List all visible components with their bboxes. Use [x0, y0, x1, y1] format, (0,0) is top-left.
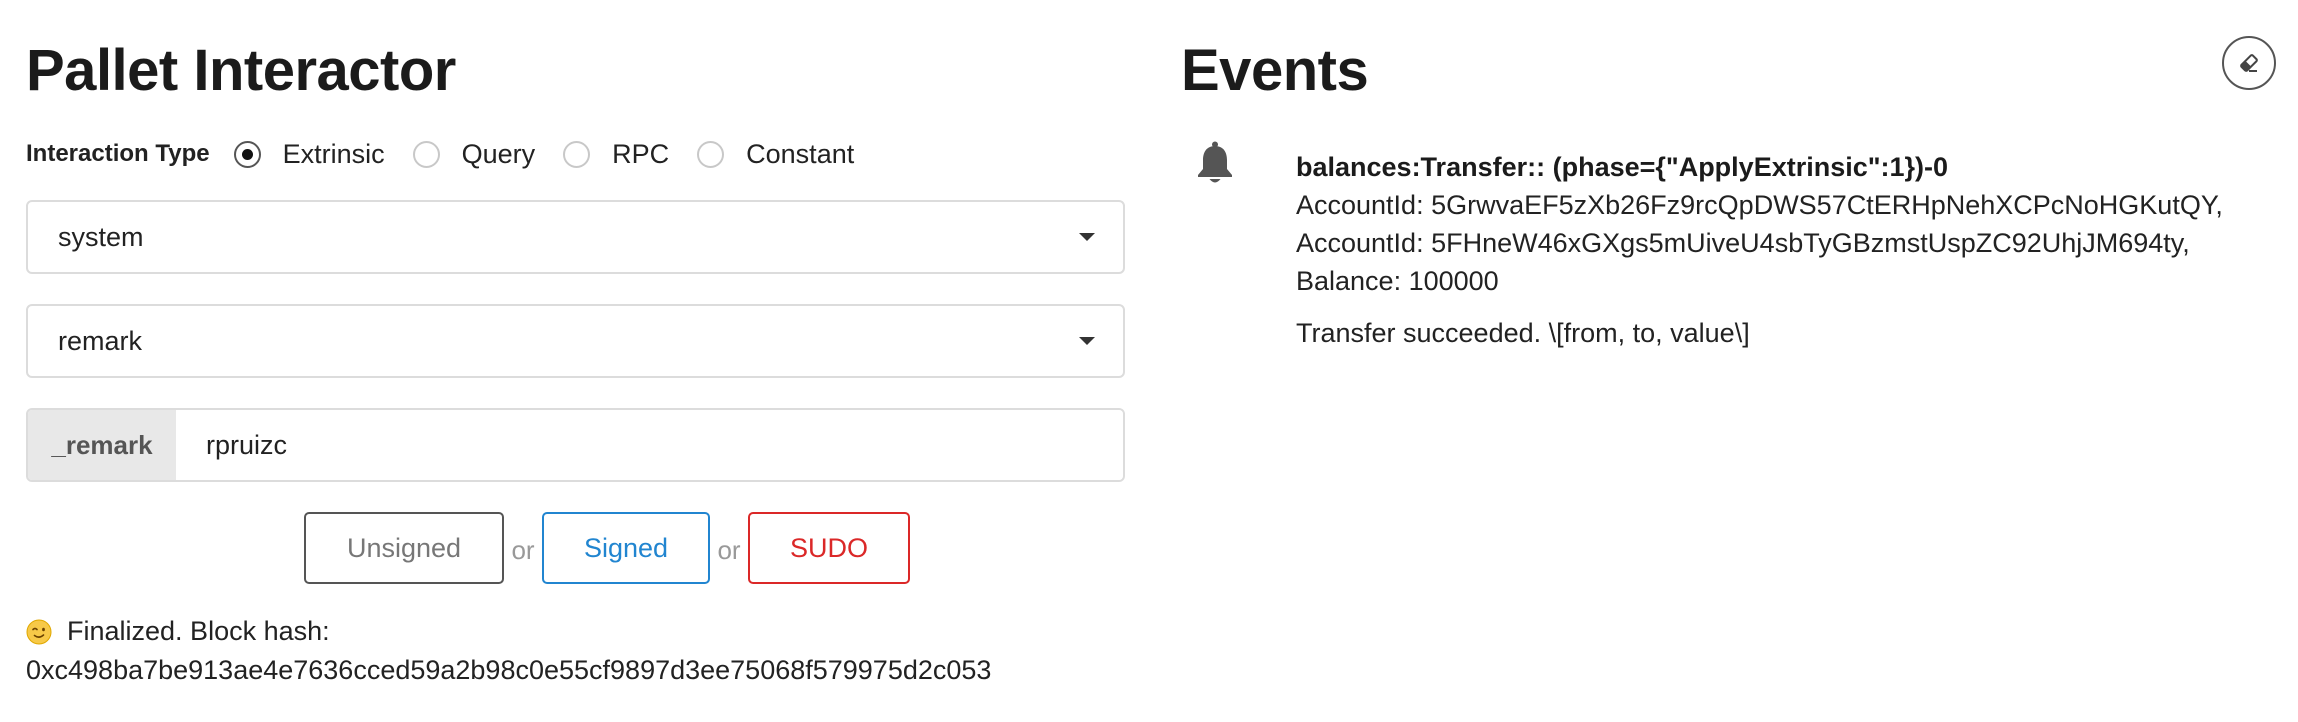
callable-select[interactable]: remark — [26, 304, 1125, 378]
winking-face-icon — [26, 619, 52, 644]
pallet-select-value: system — [58, 222, 144, 252]
chevron-down-icon — [1079, 233, 1095, 241]
sudo-button[interactable]: SUDO — [748, 512, 910, 584]
callable-select-value: remark — [58, 326, 143, 356]
pallet-select[interactable]: system — [26, 200, 1125, 274]
radio-query-label: Query — [461, 138, 536, 169]
radio-extrinsic[interactable]: Extrinsic — [233, 138, 385, 170]
or-separator: or — [511, 534, 535, 565]
events-title: Events — [1181, 38, 1369, 103]
radio-unchecked-icon[interactable] — [697, 140, 725, 168]
unsigned-button[interactable]: Unsigned — [304, 512, 504, 584]
event-detail-line: Balance: 100000 — [1296, 266, 1499, 296]
radio-query[interactable]: Query — [412, 138, 536, 170]
status-text: Finalized. Block hash: — [67, 616, 330, 646]
interaction-type-row: Interaction Type Extrinsic Query RPC Con… — [26, 134, 882, 174]
signed-button[interactable]: Signed — [542, 512, 710, 584]
clear-events-button[interactable] — [2222, 36, 2276, 90]
page-title: Pallet Interactor — [26, 38, 456, 103]
event-detail-line: AccountId: 5FHneW46xGXgs5mUiveU4sbTyGBzm… — [1296, 228, 2190, 258]
bell-icon — [1198, 141, 1232, 183]
event-detail-line: AccountId: 5GrwvaEF5zXb26Fz9rcQpDWS57CtE… — [1296, 190, 2223, 220]
submit-button-group: Unsigned or Signed or SUDO — [304, 512, 910, 584]
radio-unchecked-icon[interactable] — [412, 140, 440, 168]
radio-checked-icon[interactable] — [233, 140, 261, 168]
remark-param-input-group: _remark — [26, 408, 1125, 482]
radio-rpc[interactable]: RPC — [563, 139, 669, 170]
eraser-icon — [2240, 54, 2258, 72]
radio-unchecked-icon[interactable] — [563, 140, 591, 168]
block-hash: 0xc498ba7be913ae4e7636cced59a2b98c0e55cf… — [26, 655, 992, 685]
event-description: Transfer succeeded. \[from, to, value\] — [1296, 318, 1750, 348]
interaction-type-label: Interaction Type — [26, 140, 210, 167]
remark-param-label: _remark — [28, 410, 176, 480]
radio-constant-label: Constant — [746, 138, 855, 169]
event-body: balances:Transfer:: (phase={"ApplyExtrin… — [1296, 148, 2276, 352]
or-separator: or — [717, 534, 741, 565]
chevron-down-icon — [1079, 337, 1095, 345]
radio-extrinsic-label: Extrinsic — [282, 138, 385, 169]
radio-rpc-label: RPC — [612, 138, 670, 169]
event-title: balances:Transfer:: (phase={"ApplyExtrin… — [1296, 152, 1949, 182]
transaction-status: Finalized. Block hash: 0xc498ba7be913ae4… — [26, 612, 1126, 690]
radio-constant[interactable]: Constant — [697, 139, 854, 170]
remark-param-input[interactable] — [176, 410, 1123, 480]
